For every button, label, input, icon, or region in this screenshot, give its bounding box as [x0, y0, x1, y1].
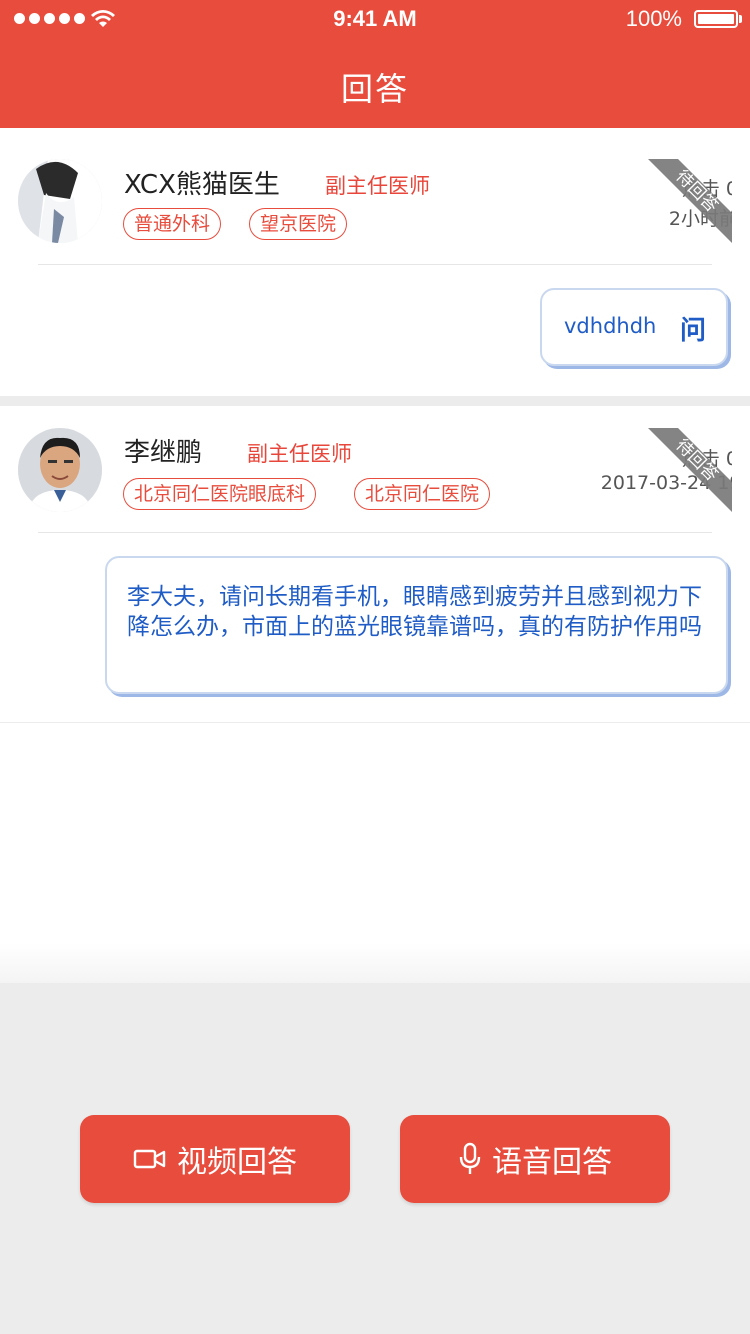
department-tag: 普通外科: [123, 208, 222, 240]
battery-percentage: 100%: [625, 6, 682, 31]
pending-ribbon: 待回答: [648, 428, 732, 512]
question-card[interactable]: 李继鹏 副主任医师 北京同仁医院眼底科 北京同仁医院 点击 0 2017-03-…: [0, 406, 750, 723]
page-title: 回答: [340, 70, 409, 108]
card-divider: [38, 264, 712, 265]
doctor-name: XCX熊猫医生: [124, 170, 280, 200]
hospital-tag: 望京医院: [249, 208, 348, 240]
doctor-title: 副主任医师: [247, 442, 352, 466]
video-answer-button[interactable]: 视频回答: [80, 1115, 350, 1203]
pending-ribbon: 待回答: [648, 159, 732, 243]
pending-status-label: 待回答: [671, 435, 721, 485]
card-divider: [38, 532, 712, 533]
question-bubble[interactable]: vdhdhdh 问: [540, 288, 728, 366]
bottom-fade: [0, 943, 750, 983]
doctor-avatar[interactable]: [18, 428, 102, 512]
question-text: vdhdhdh: [564, 314, 657, 338]
voice-answer-button[interactable]: 语音回答: [400, 1115, 670, 1203]
question-badge: 问: [679, 316, 706, 346]
hospital-tag: 北京同仁医院: [354, 478, 491, 510]
doctor-title: 副主任医师: [325, 174, 430, 198]
card-separator: [0, 396, 750, 406]
battery-icon: [694, 10, 738, 28]
answer-action-panel: 视频回答 语音回答: [0, 983, 750, 1334]
doctor-photo-icon: [18, 159, 102, 243]
video-camera-icon: [133, 1149, 166, 1169]
doctor-photo-icon: [18, 428, 102, 512]
status-bar: 9:41 AM 100%: [0, 0, 750, 40]
doctor-name: 李继鹏: [124, 438, 203, 468]
nav-bar: 回答: [0, 40, 750, 128]
question-bubble[interactable]: 李大夫，请问长期看手机，眼睛感到疲劳并且感到视力下降怎么办，市面上的蓝光眼镜靠谱…: [105, 556, 728, 694]
question-text: 李大夫，请问长期看手机，眼睛感到疲劳并且感到视力下降怎么办，市面上的蓝光眼镜靠谱…: [127, 584, 702, 640]
pending-status-label: 待回答: [671, 166, 721, 216]
department-tag: 北京同仁医院眼底科: [123, 478, 317, 510]
microphone-icon: [459, 1142, 481, 1174]
voice-answer-label: 语音回答: [492, 1145, 612, 1180]
battery-tip: [739, 15, 742, 23]
video-answer-label: 视频回答: [177, 1145, 297, 1180]
doctor-avatar[interactable]: [18, 159, 102, 243]
question-card[interactable]: XCX熊猫医生 副主任医师 普通外科 望京医院 点击 0 2小时前 待回答 vd…: [0, 128, 750, 396]
